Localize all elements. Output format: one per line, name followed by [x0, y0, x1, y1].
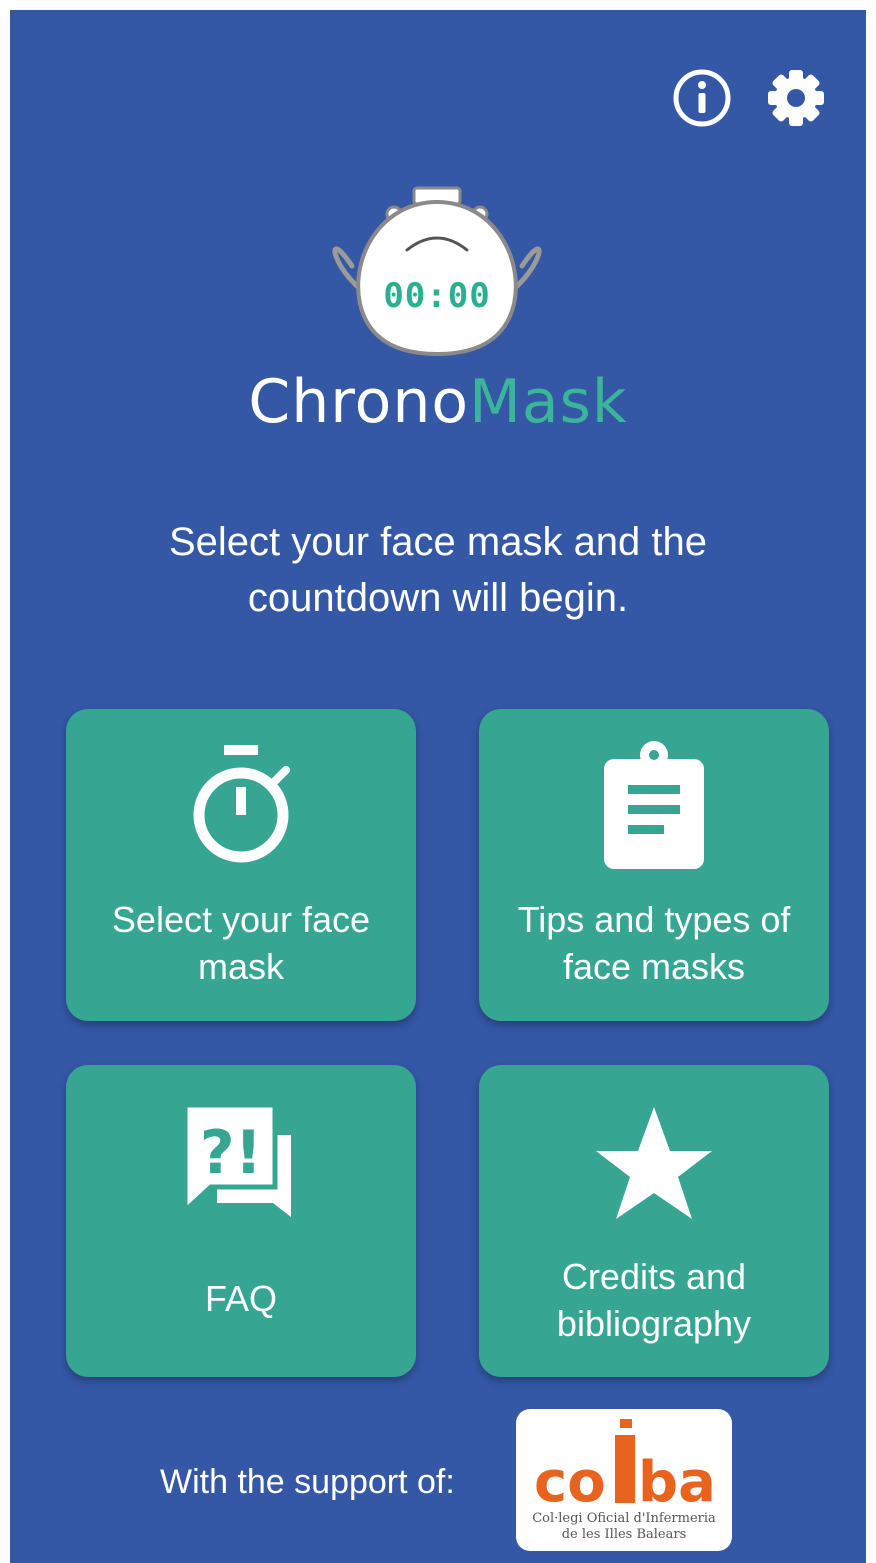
- app-title-part2: Mask: [469, 367, 628, 437]
- app-title-part1: Chrono: [248, 367, 470, 437]
- support-text: With the support of:: [160, 1463, 455, 1501]
- tile-label-tips: Tips and types of face masks: [517, 899, 791, 987]
- sponsor-subtitle-line1: Col·legi Oficial d'Infermeria: [532, 1511, 716, 1526]
- sponsor-logo: co ba Col·legi Oficial d'Infermeria de l…: [516, 1409, 732, 1551]
- star-icon: [596, 1107, 712, 1219]
- home-screen: 00:00 ChronoMask Select your face mask a…: [10, 10, 866, 1563]
- svg-text:co: co: [534, 1450, 606, 1515]
- sponsor-subtitle-line2: de les Illes Balears: [561, 1527, 687, 1542]
- stopwatch-icon: [193, 745, 290, 863]
- app-title: ChronoMask: [10, 362, 866, 442]
- credits-bibliography-tile[interactable]: Credits and bibliography: [479, 1065, 829, 1377]
- faq-tile[interactable]: ?! FAQ: [66, 1065, 416, 1377]
- intro-text: Select your face mask and the countdown …: [168, 520, 708, 620]
- info-circle-icon: [673, 69, 731, 127]
- tile-label-faq: FAQ: [204, 1278, 278, 1319]
- app-logo-mask-icon: 00:00: [322, 186, 552, 366]
- tile-label-select-face-mask: Select your face mask: [111, 899, 371, 987]
- tips-and-types-tile[interactable]: Tips and types of face masks: [479, 709, 829, 1021]
- gear-icon: [768, 70, 824, 126]
- clipboard-icon: [604, 741, 704, 869]
- svg-text:ba: ba: [638, 1450, 716, 1515]
- settings-button[interactable]: [764, 66, 828, 130]
- tile-label-credits: Credits and bibliography: [556, 1256, 752, 1344]
- svg-text:?!: ?!: [200, 1118, 262, 1188]
- select-face-mask-tile[interactable]: Select your face mask: [66, 709, 416, 1021]
- info-button[interactable]: [670, 66, 734, 130]
- logo-timer-readout: 00:00: [383, 276, 491, 316]
- faq-chat-icon: ?!: [182, 1102, 291, 1217]
